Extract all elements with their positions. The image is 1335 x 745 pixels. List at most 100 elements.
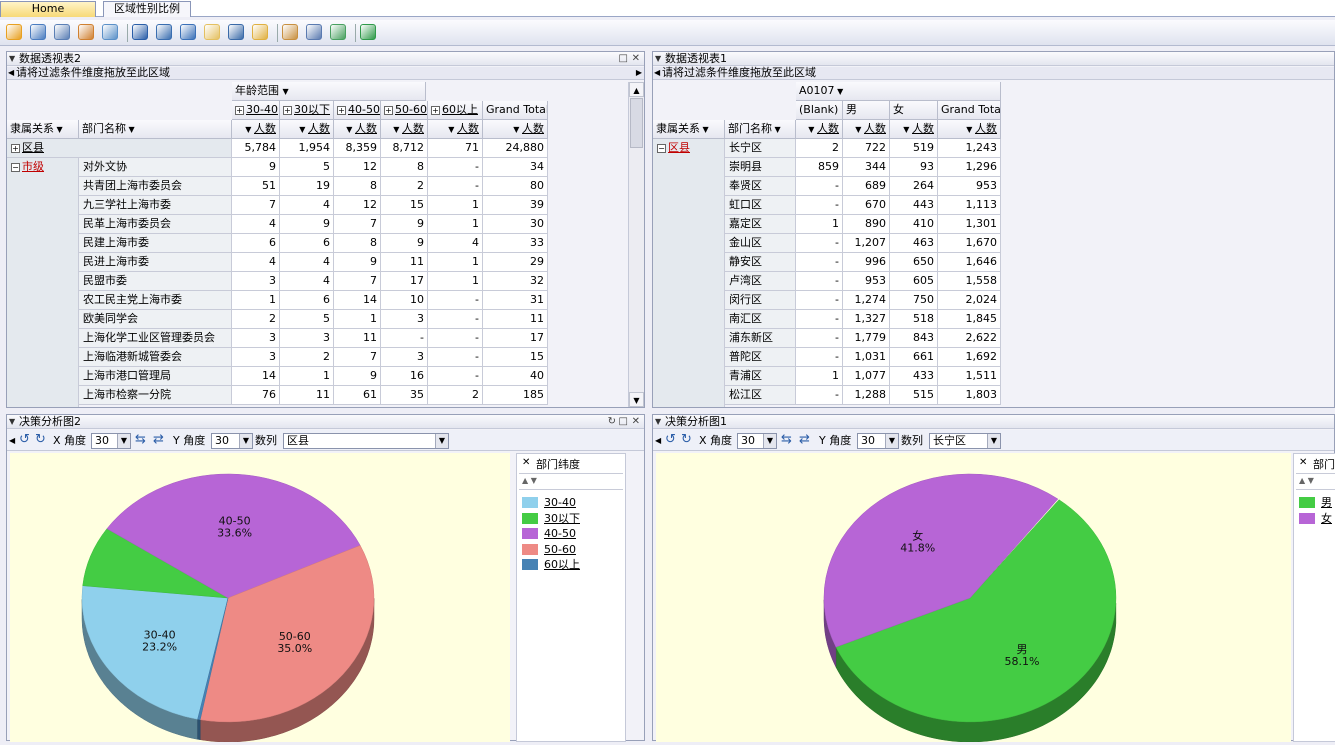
column-member-header[interactable]: 男: [843, 101, 890, 120]
row-group-header[interactable]: − 市级: [7, 158, 79, 177]
row-group-header[interactable]: + 区县: [7, 139, 232, 158]
value-cell: -: [796, 253, 843, 272]
row-dimension-header-department[interactable]: 部门名称 ▼: [725, 120, 796, 139]
globe-icon[interactable]: [6, 24, 22, 40]
flip-left-icon[interactable]: ⇆: [781, 433, 795, 447]
column-dimension-header[interactable]: 年龄范围 ▼: [232, 82, 426, 101]
tab-home[interactable]: Home: [0, 1, 96, 17]
legend-close-icon[interactable]: ✕: [1299, 457, 1307, 468]
rotate-cw-icon[interactable]: ↻: [681, 433, 695, 447]
refresh-icon[interactable]: [330, 24, 346, 40]
row-group-header[interactable]: − 区县: [653, 139, 725, 158]
measure-header[interactable]: ▼ 人数: [796, 120, 843, 139]
row-dimension-header-affiliation[interactable]: 隶属关系 ▼: [7, 120, 79, 139]
save-icon[interactable]: [132, 24, 148, 40]
close-icon[interactable]: ✕: [632, 415, 640, 428]
y-angle-select[interactable]: 30 ▼: [857, 433, 899, 449]
column-member-header[interactable]: +30以下: [280, 101, 334, 120]
legend-close-icon[interactable]: ✕: [522, 457, 530, 468]
collapse-icon[interactable]: ▼: [655, 415, 661, 428]
edit-icon[interactable]: [282, 24, 298, 40]
excel-icon[interactable]: [360, 24, 376, 40]
chevron-down-icon: ▼: [885, 434, 898, 448]
scroll-up-icon[interactable]: ▲: [629, 82, 644, 97]
maximize-icon[interactable]: □: [619, 52, 628, 65]
vertical-scrollbar[interactable]: ▲ ▼: [628, 82, 644, 407]
legend-up-icon[interactable]: ▲ ▼: [522, 476, 537, 485]
series-select[interactable]: 区县 ▼: [283, 433, 449, 449]
rotate-ccw-icon[interactable]: ↺: [665, 433, 679, 447]
measure-header[interactable]: ▼ 人数: [232, 120, 280, 139]
chart-icon[interactable]: [102, 24, 118, 40]
collapse-icon[interactable]: ▼: [9, 415, 15, 428]
print-icon[interactable]: [306, 24, 322, 40]
filter-drop-zone[interactable]: ◀ 请将过滤条件维度拖放至此区域: [653, 67, 1334, 80]
flip-left-icon[interactable]: ⇆: [135, 433, 149, 447]
close-icon[interactable]: ✕: [632, 52, 640, 65]
table-icon[interactable]: [54, 24, 70, 40]
rotate-cw-icon[interactable]: ↻: [35, 433, 49, 447]
toolbar-separator: [355, 24, 356, 42]
measure-header[interactable]: ▼ 人数: [334, 120, 381, 139]
value-cell: 4: [280, 253, 334, 272]
column-dimension-header[interactable]: A0107 ▼: [796, 82, 1001, 101]
column-member-header[interactable]: (Blank): [796, 101, 843, 120]
maximize-icon[interactable]: □: [619, 415, 628, 428]
collapse-icon[interactable]: −: [657, 143, 666, 153]
report-icon[interactable]: [204, 24, 220, 40]
scroll-right-icon[interactable]: ▶: [636, 67, 642, 79]
export-icon[interactable]: [180, 24, 196, 40]
expand-icon[interactable]: +: [11, 143, 20, 153]
column-member-header[interactable]: 女: [890, 101, 938, 120]
column-member-header[interactable]: Grand Total: [483, 101, 548, 120]
expand-icon[interactable]: +: [337, 105, 346, 115]
measure-header[interactable]: ▼ 人数: [280, 120, 334, 139]
measure-header[interactable]: ▼ 人数: [428, 120, 483, 139]
flip-right-icon[interactable]: ⇄: [799, 433, 813, 447]
refresh-icon[interactable]: ↻: [608, 415, 616, 428]
scroll-down-icon[interactable]: ▼: [629, 392, 644, 407]
x-angle-select[interactable]: 30 ▼: [737, 433, 777, 449]
flip-right-icon[interactable]: ⇄: [153, 433, 167, 447]
pie-label-percent: 35.0%: [277, 642, 312, 655]
column-member-header[interactable]: +30-40: [232, 101, 280, 120]
column-member-header[interactable]: +40-50: [334, 101, 381, 120]
scroll-left-icon[interactable]: ◀: [654, 67, 660, 79]
expand-icon[interactable]: +: [283, 105, 292, 115]
measure-header[interactable]: ▼ 人数: [381, 120, 428, 139]
measure-header[interactable]: ▼ 人数: [843, 120, 890, 139]
column-member-header[interactable]: Grand Total: [938, 101, 1001, 120]
collapse-icon[interactable]: −: [11, 162, 20, 172]
row-dimension-header-department[interactable]: 部门名称 ▼: [79, 120, 232, 139]
scroll-left-icon[interactable]: ◀: [9, 433, 15, 449]
measure-header[interactable]: ▼ 人数: [890, 120, 938, 139]
measure-header[interactable]: ▼ 人数: [938, 120, 1001, 139]
expand-icon[interactable]: +: [235, 105, 244, 115]
measure-header[interactable]: ▼ 人数: [483, 120, 548, 139]
y-angle-select[interactable]: 30 ▼: [211, 433, 253, 449]
scroll-left-icon[interactable]: ◀: [655, 433, 661, 449]
filter-drop-zone[interactable]: ◀ 请将过滤条件维度拖放至此区域 ▶: [7, 67, 644, 80]
column-member-header[interactable]: +50-60: [381, 101, 428, 120]
x-angle-select[interactable]: 30 ▼: [91, 433, 131, 449]
rotate-ccw-icon[interactable]: ↺: [19, 433, 33, 447]
tab-region-gender-ratio[interactable]: 区域性别比例: [103, 1, 191, 17]
expand-icon[interactable]: +: [384, 105, 393, 115]
collapse-icon[interactable]: ▼: [9, 52, 15, 65]
value-cell: 4: [428, 234, 483, 253]
series-select[interactable]: 长宁区 ▼: [929, 433, 1001, 449]
scroll-thumb[interactable]: [630, 98, 643, 148]
folder-open-icon[interactable]: [252, 24, 268, 40]
list-icon[interactable]: [30, 24, 46, 40]
layout-icon[interactable]: [228, 24, 244, 40]
row-dimension-header-affiliation[interactable]: 隶属关系 ▼: [653, 120, 725, 139]
expand-icon[interactable]: +: [431, 105, 440, 115]
column-member-header[interactable]: +60以上: [428, 101, 483, 120]
department-name-cell: 上海临港新城管委会: [79, 348, 232, 367]
value-cell: -: [796, 291, 843, 310]
pivot-icon[interactable]: [78, 24, 94, 40]
save-as-icon[interactable]: [156, 24, 172, 40]
collapse-icon[interactable]: ▼: [655, 52, 661, 65]
scroll-left-icon[interactable]: ◀: [8, 67, 14, 79]
legend-up-icon[interactable]: ▲ ▼: [1299, 476, 1314, 485]
